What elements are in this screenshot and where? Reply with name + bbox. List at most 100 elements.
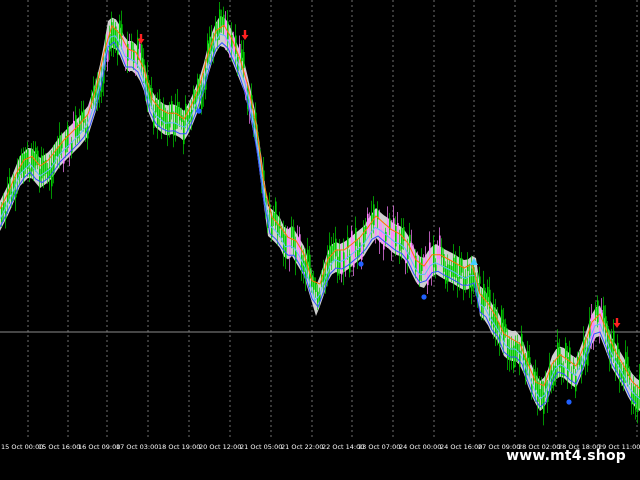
candle-body — [557, 342, 559, 365]
candle-body — [163, 104, 165, 122]
candle-body — [483, 283, 485, 308]
candle-body — [553, 365, 555, 386]
candle-body — [385, 231, 387, 242]
candle-body — [25, 152, 27, 169]
candle-body — [335, 238, 337, 257]
candle-body — [109, 34, 111, 52]
candle-body — [33, 152, 35, 170]
candle-body — [505, 324, 507, 333]
down-arrow-icon — [613, 318, 621, 328]
candle-body — [503, 319, 505, 343]
time-axis-label: 17 Oct 03:00 — [116, 443, 159, 451]
candle-body — [81, 111, 83, 121]
candle-body — [617, 342, 619, 365]
time-axis-label: 24 Oct 16:00 — [440, 443, 483, 451]
candle-body — [291, 227, 293, 238]
candle-body — [637, 396, 639, 413]
candle-body — [565, 342, 567, 358]
candle-body — [73, 120, 75, 129]
candle-body — [125, 53, 127, 64]
candle-body — [537, 381, 539, 402]
candle-body — [239, 43, 241, 56]
candle-body — [373, 204, 375, 226]
candle-body — [379, 221, 381, 243]
candle-body — [381, 229, 383, 237]
time-axis-label: 21 Oct 05:00 — [240, 443, 283, 451]
candle-body — [293, 227, 295, 248]
candle-body — [121, 24, 123, 36]
candle-body — [181, 115, 183, 123]
candle-body — [31, 149, 33, 172]
candle-body — [9, 177, 11, 195]
time-axis-label: 20 Oct 12:00 — [199, 443, 242, 451]
candle-body — [79, 120, 81, 131]
candle-body — [595, 307, 597, 316]
candle-body — [165, 112, 167, 129]
candle-body — [173, 122, 175, 136]
channel-band — [0, 16, 640, 411]
buy-dot-icon — [421, 294, 427, 300]
candle-body — [453, 257, 455, 277]
candle-body — [539, 388, 541, 397]
buy-dot-icon — [196, 108, 202, 114]
watermark: www.mt4.shop — [506, 448, 626, 464]
candle-body — [509, 347, 511, 361]
time-axis-label: 24 Oct 00:00 — [399, 443, 442, 451]
candle-body — [113, 28, 115, 48]
candle-body — [23, 153, 25, 178]
candle-body — [521, 333, 523, 347]
candlesticks — [1, 1, 640, 426]
time-axis-label: 23 Oct 07:00 — [358, 443, 401, 451]
candle-body — [447, 264, 449, 282]
candle-body — [35, 147, 37, 166]
candle-body — [243, 51, 245, 68]
candle-body — [169, 111, 171, 128]
candle-body — [171, 101, 173, 115]
candle-body — [281, 230, 283, 238]
candle-body — [351, 231, 353, 252]
candle-body — [471, 268, 473, 292]
candle-body — [529, 357, 531, 366]
candle-body — [221, 16, 223, 26]
orange-stop-line — [0, 24, 640, 390]
candle-body — [409, 234, 411, 244]
candle-body — [355, 227, 357, 247]
candle-body — [455, 255, 457, 278]
time-axis-label: 21 Oct 22:00 — [281, 443, 324, 451]
buy-dot-icon — [566, 399, 572, 405]
candle-body — [603, 305, 605, 324]
price-chart[interactable] — [0, 0, 640, 440]
time-axis-label: 18 Oct 19:00 — [158, 443, 201, 451]
candle-body — [139, 43, 141, 57]
candle-body — [487, 286, 489, 303]
candle-body — [445, 266, 447, 284]
time-axis-label: 16 Oct 09:00 — [78, 443, 121, 451]
candle-body — [241, 49, 243, 62]
candle-body — [337, 256, 339, 276]
candle-body — [479, 276, 481, 284]
candle-body — [419, 262, 421, 281]
candle-body — [155, 100, 157, 113]
candle-body — [183, 120, 185, 145]
candle-body — [593, 322, 595, 342]
candle-body — [315, 283, 317, 293]
candle-body — [461, 258, 463, 273]
candle-body — [129, 46, 131, 59]
candle-body — [333, 243, 335, 251]
candle-body — [329, 245, 331, 263]
candle-body — [597, 300, 599, 323]
candle-body — [179, 108, 181, 121]
candle-body — [435, 264, 437, 273]
candle-body — [299, 234, 301, 254]
buy-dot-icon — [358, 261, 364, 267]
candle-body — [429, 242, 431, 265]
down-arrow-icon — [241, 30, 249, 40]
candle-body — [353, 246, 355, 268]
candle-body — [223, 14, 225, 27]
candle-body — [167, 121, 169, 135]
candle-body — [457, 277, 459, 285]
candle-body — [75, 115, 77, 137]
candle-body — [393, 218, 395, 237]
candle-body — [341, 252, 343, 275]
candle-body — [175, 106, 177, 130]
